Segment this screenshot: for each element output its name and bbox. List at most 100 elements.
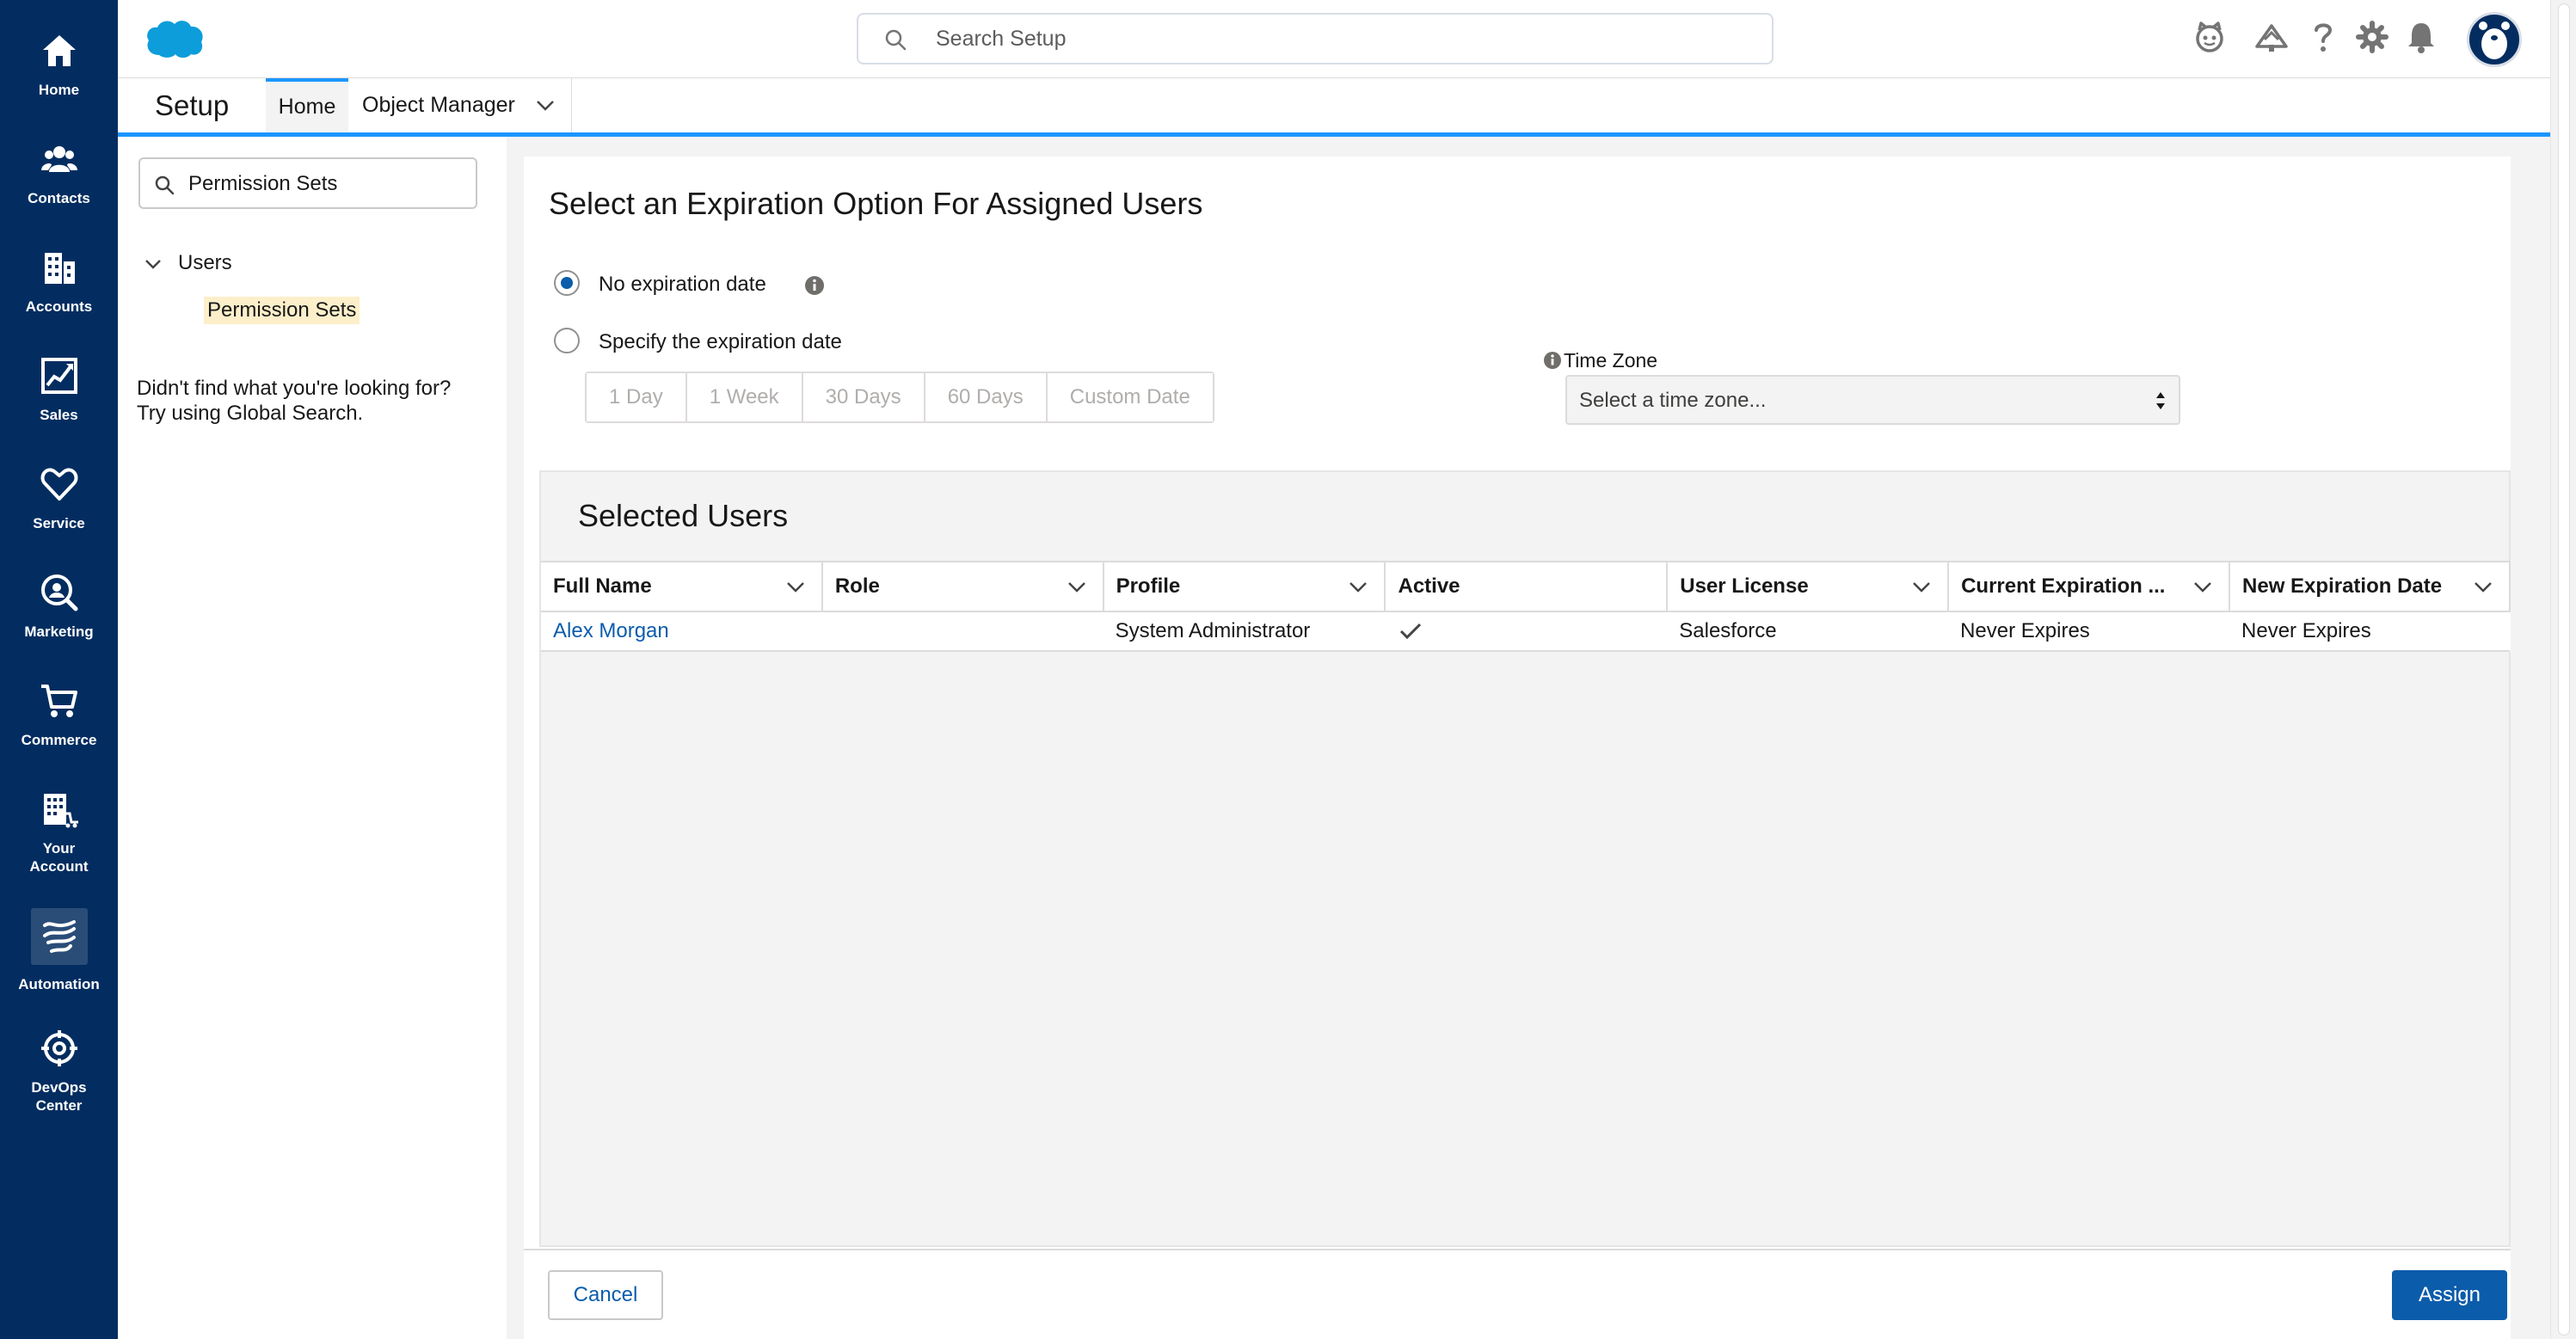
column-header-new-expiration[interactable]: New Expiration Date — [2229, 561, 2511, 612]
chevron-down-icon[interactable] — [2473, 579, 2493, 596]
rail-item-automation[interactable]: Automation — [0, 908, 118, 993]
column-label: Current Expiration ... — [1961, 574, 2166, 598]
rail-label: Service — [33, 515, 85, 531]
quick-find-input[interactable] — [188, 169, 464, 199]
rail-label: Home — [38, 82, 80, 98]
column-header-full-name[interactable]: Full Name — [541, 561, 823, 612]
rail-item-marketing[interactable]: Marketing — [0, 573, 118, 641]
tab-object-manager[interactable]: Object Manager — [348, 78, 572, 132]
not-found-hint: Didn't find what you're looking for? Try… — [137, 376, 498, 426]
scrollbar-thumb[interactable] — [2558, 3, 2570, 1336]
time-zone-value: Select a time zone... — [1579, 389, 1767, 412]
column-header-profile[interactable]: Profile — [1103, 561, 1386, 612]
column-header-role[interactable]: Role — [821, 561, 1104, 612]
radio-button[interactable] — [554, 270, 580, 296]
your-account-icon — [40, 789, 79, 829]
rail-label: DevOps Center — [31, 1079, 87, 1114]
accounts-icon — [40, 248, 79, 287]
not-found-line: Didn't find what you're looking for? — [137, 377, 452, 400]
marketing-icon — [40, 573, 79, 612]
salesforce-cloud-logo[interactable] — [144, 15, 206, 60]
cell-profile: System Administrator — [1103, 611, 1386, 652]
search-icon — [154, 175, 175, 195]
quick-find[interactable] — [138, 157, 477, 209]
help-icon[interactable] — [2305, 19, 2341, 55]
search-icon — [884, 28, 907, 51]
sales-chart-icon — [40, 356, 79, 396]
rail-item-contacts[interactable]: Contacts — [0, 139, 118, 207]
section-title: Selected Users — [578, 498, 789, 533]
column-label: New Expiration Date — [2242, 574, 2443, 598]
rail-item-service[interactable]: Service — [0, 464, 118, 532]
chevron-down-icon[interactable] — [1348, 579, 1368, 596]
gear-icon[interactable] — [2354, 19, 2390, 55]
duration-1-day-button[interactable]: 1 Day — [587, 373, 687, 421]
heart-icon — [40, 464, 79, 504]
global-header — [118, 0, 2550, 78]
rail-label: Marketing — [24, 623, 94, 640]
contacts-icon — [40, 139, 79, 179]
column-header-user-license[interactable]: User License — [1667, 561, 1950, 612]
duration-30-days-button[interactable]: 30 Days — [802, 373, 925, 421]
column-header-current-expiration[interactable]: Current Expiration ... — [1948, 561, 2231, 612]
home-icon — [40, 31, 79, 71]
search-input[interactable] — [936, 25, 1710, 52]
column-label: User License — [1680, 574, 1809, 598]
page-title: Select an Expiration Option For Assigned… — [549, 186, 1203, 221]
devops-icon — [40, 1029, 79, 1068]
time-zone-label-text: Time Zone — [1564, 349, 1658, 372]
cell-full-name: Alex Morgan — [541, 611, 822, 652]
column-header-active[interactable]: Active — [1385, 561, 1669, 612]
cancel-button[interactable]: Cancel — [548, 1270, 663, 1320]
tab-home[interactable]: Home — [266, 78, 348, 132]
rail-item-devops-center[interactable]: DevOps Center — [0, 1029, 118, 1115]
duration-button-group: 1 Day 1 Week 30 Days 60 Days Custom Date — [585, 372, 1214, 423]
info-icon[interactable] — [1543, 351, 1562, 370]
rail-label: Contacts — [28, 190, 90, 206]
time-zone-select[interactable]: Select a time zone... — [1565, 375, 2180, 425]
chevron-down-icon[interactable] — [1067, 579, 1087, 596]
radio-label: Specify the expiration date — [599, 330, 842, 353]
rail-item-sales[interactable]: Sales — [0, 356, 118, 424]
duration-1-week-button[interactable]: 1 Week — [686, 373, 803, 421]
not-found-line: Try using Global Search. — [137, 402, 364, 425]
rail-label: Sales — [40, 407, 78, 423]
rail-item-accounts[interactable]: Accounts — [0, 248, 118, 316]
tab-label: Object Manager — [362, 93, 515, 117]
cell-role — [821, 611, 1104, 652]
duration-custom-date-button[interactable]: Custom Date — [1047, 373, 1213, 421]
assign-button[interactable]: Assign — [2392, 1270, 2507, 1320]
cell-current-expiration: Never Expires — [1948, 611, 2230, 652]
chevron-down-icon[interactable] — [144, 255, 163, 273]
radio-button[interactable] — [554, 328, 580, 353]
tree-node-label: Users — [178, 251, 232, 274]
table-header-row: Full Name Role Profile Active User Licen… — [541, 561, 2511, 612]
rail-label: Your Account — [29, 840, 89, 875]
rail-item-your-account[interactable]: Your Account — [0, 789, 118, 875]
rail-label: Commerce — [21, 732, 97, 748]
chevron-down-icon[interactable] — [1911, 579, 1932, 596]
user-link[interactable]: Alex Morgan — [553, 619, 669, 642]
avatar[interactable] — [2467, 12, 2522, 67]
chevron-down-icon[interactable] — [535, 97, 556, 114]
chevron-down-icon[interactable] — [785, 579, 806, 596]
chevron-down-icon[interactable] — [2192, 579, 2213, 596]
duration-60-days-button[interactable]: 60 Days — [925, 373, 1048, 421]
app-rail: Home Contacts Accounts Sales Service Mar… — [0, 0, 118, 1339]
select-arrows-icon — [2155, 387, 2167, 415]
selected-users-panel: Selected Users Full Name Role Profile Ac… — [539, 470, 2511, 1247]
automation-icon — [30, 908, 88, 965]
global-search[interactable] — [857, 13, 1774, 64]
tree-item-permission-sets[interactable]: Permission Sets — [204, 297, 360, 324]
info-icon[interactable] — [804, 275, 825, 296]
trailhead-icon[interactable] — [2253, 19, 2290, 55]
cell-active — [1385, 611, 1668, 652]
astro-icon[interactable] — [2192, 19, 2228, 55]
radio-label: No expiration date — [599, 273, 766, 296]
cell-user-license: Salesforce — [1667, 611, 1949, 652]
rail-item-commerce[interactable]: Commerce — [0, 681, 118, 749]
main-card: Select an Expiration Option For Assigned… — [524, 157, 2511, 1339]
bell-icon[interactable] — [2403, 19, 2439, 55]
page-scrollbar[interactable] — [2550, 0, 2576, 1339]
rail-item-home[interactable]: Home — [0, 31, 118, 99]
